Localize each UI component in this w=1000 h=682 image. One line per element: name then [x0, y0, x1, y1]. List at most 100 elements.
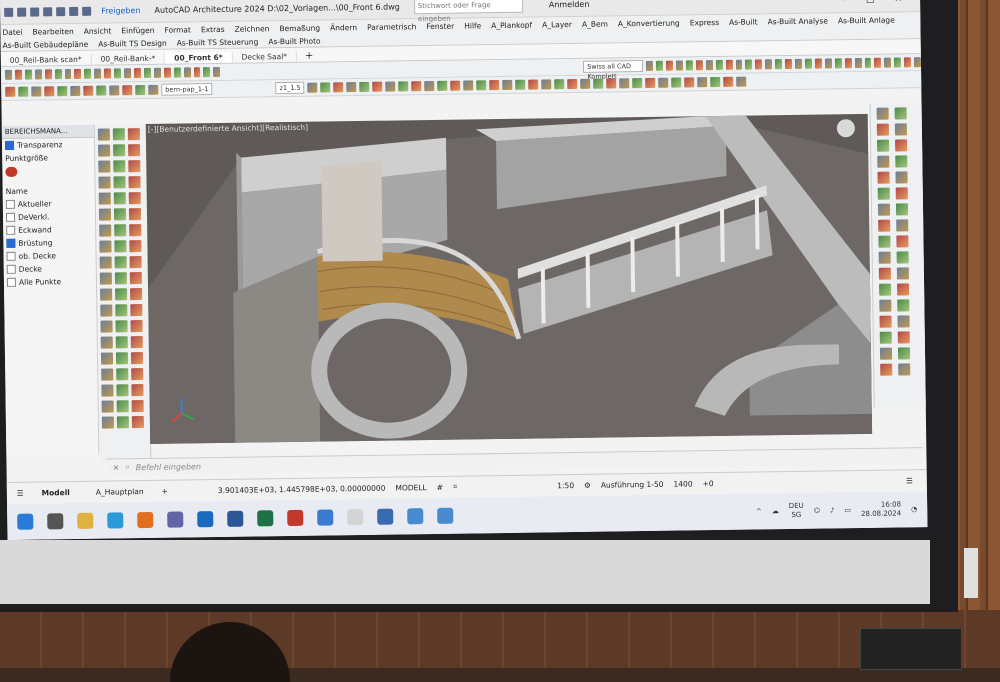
tool-icon[interactable] — [425, 81, 435, 91]
close-icon[interactable]: ✕ — [894, 0, 902, 5]
tool-icon[interactable] — [896, 235, 908, 247]
tool-icon[interactable] — [897, 299, 909, 311]
tool-icon[interactable] — [835, 58, 842, 68]
tool-icon[interactable] — [805, 59, 812, 69]
viewcube-icon[interactable] — [837, 119, 855, 137]
tool-icon[interactable] — [745, 60, 752, 70]
area-checkbox[interactable] — [7, 252, 16, 261]
tool-icon[interactable] — [898, 331, 910, 343]
tool-icon[interactable] — [542, 79, 552, 89]
menu-item[interactable]: As-Built Gebäudepläne — [3, 39, 89, 49]
tool-icon[interactable] — [113, 144, 125, 156]
tool-icon[interactable] — [113, 176, 125, 188]
tool-icon[interactable] — [115, 304, 127, 316]
close-icon[interactable]: ✕ — [112, 463, 119, 472]
tool-icon[interactable] — [815, 59, 822, 69]
tool-icon[interactable] — [100, 288, 112, 300]
tool-icon[interactable] — [864, 58, 871, 68]
tool-icon[interactable] — [696, 60, 703, 70]
menu-item[interactable]: Extras — [201, 24, 225, 33]
detail-level[interactable]: Ausführung 1-50 — [601, 479, 664, 489]
tool-icon[interactable] — [879, 284, 891, 296]
tool-icon[interactable] — [113, 128, 125, 140]
tool-icon[interactable] — [102, 400, 114, 412]
tool-icon[interactable] — [74, 69, 81, 79]
volume-icon[interactable]: ♪ — [830, 506, 835, 514]
tool-icon[interactable] — [115, 256, 127, 268]
tool-icon[interactable] — [412, 81, 422, 91]
grid-icon[interactable]: # — [437, 482, 443, 491]
menu-item[interactable]: A_Konvertierung — [618, 18, 680, 28]
tool-icon[interactable] — [879, 300, 891, 312]
tool-icon[interactable] — [451, 81, 461, 91]
search-icon[interactable] — [47, 513, 63, 529]
tool-icon[interactable] — [116, 336, 128, 348]
scale-indicator[interactable]: 1:50 — [557, 481, 574, 490]
word-icon[interactable] — [227, 511, 243, 527]
tool-icon[interactable] — [633, 78, 643, 88]
tool-icon[interactable] — [129, 208, 141, 220]
area-checkbox[interactable] — [6, 200, 15, 209]
tool-icon[interactable] — [131, 384, 143, 396]
tool-icon[interactable] — [203, 67, 210, 77]
area-checkbox[interactable] — [6, 213, 15, 222]
tool-icon[interactable] — [880, 332, 892, 344]
tool-icon[interactable] — [130, 304, 142, 316]
tool-icon[interactable] — [35, 69, 42, 79]
tool-icon[interactable] — [100, 304, 112, 316]
document-tab[interactable]: 00_Reil-Bank-* — [92, 53, 166, 65]
share-button[interactable]: Freigeben — [101, 6, 140, 16]
tool-icon[interactable] — [5, 70, 12, 80]
menu-item[interactable]: A_Bem — [582, 19, 608, 28]
network-icon[interactable]: ⌬ — [814, 507, 820, 515]
tool-icon[interactable] — [129, 224, 141, 236]
remote-desktop-icon[interactable] — [317, 509, 333, 525]
tool-icon[interactable] — [115, 272, 127, 284]
tool-icon[interactable] — [83, 86, 93, 96]
gear-icon[interactable]: ⚙ — [584, 480, 591, 489]
menu-item[interactable]: Format — [164, 25, 191, 34]
area-list-item[interactable]: Eckwand — [3, 223, 95, 237]
model-viewport[interactable]: [-][Benutzerdefinierte Ansicht][Realisti… — [146, 114, 872, 444]
tool-icon[interactable] — [897, 315, 909, 327]
scale-dropdown[interactable]: z1_1.5 — [275, 82, 304, 94]
menu-item[interactable]: Fenster — [426, 21, 454, 30]
tool-icon[interactable] — [101, 368, 113, 380]
tool-icon[interactable] — [386, 81, 396, 91]
tool-icon[interactable] — [96, 86, 106, 96]
tool-icon[interactable] — [878, 188, 890, 200]
tool-icon[interactable] — [193, 67, 200, 77]
tool-icon[interactable] — [659, 78, 669, 88]
tool-icon[interactable] — [99, 192, 111, 204]
open-icon[interactable] — [17, 7, 26, 16]
elevation-offset[interactable]: +0 — [703, 479, 714, 488]
tool-icon[interactable] — [896, 219, 908, 231]
menu-item[interactable]: As-Built Analyse — [767, 16, 828, 26]
area-checkbox[interactable] — [6, 226, 15, 235]
tab-layout[interactable]: A_Hauptplan — [88, 484, 152, 498]
area-list-item[interactable]: Brüstung — [3, 236, 95, 250]
tool-icon[interactable] — [184, 67, 191, 77]
tool-icon[interactable] — [100, 272, 112, 284]
tool-icon[interactable] — [308, 83, 318, 93]
tool-icon[interactable] — [321, 82, 331, 92]
tool-icon[interactable] — [70, 86, 80, 96]
tool-icon[interactable] — [18, 87, 28, 97]
tool-icon[interactable] — [880, 364, 892, 376]
tool-icon[interactable] — [360, 82, 370, 92]
tool-icon[interactable] — [113, 160, 125, 172]
tool-icon[interactable] — [114, 208, 126, 220]
tool-icon[interactable] — [129, 240, 141, 252]
tool-icon[interactable] — [765, 59, 772, 69]
tool-icon[interactable] — [914, 57, 921, 67]
minimize-icon[interactable]: – — [841, 0, 846, 5]
tool-icon[interactable] — [880, 348, 892, 360]
tool-icon[interactable] — [686, 60, 693, 70]
tool-icon[interactable] — [31, 86, 41, 96]
tool-icon[interactable] — [706, 60, 713, 70]
tool-icon[interactable] — [131, 352, 143, 364]
new-tab-icon[interactable]: + — [297, 51, 322, 62]
redo-icon[interactable] — [82, 6, 91, 15]
tool-icon[interactable] — [116, 384, 128, 396]
tool-icon[interactable] — [676, 60, 683, 70]
